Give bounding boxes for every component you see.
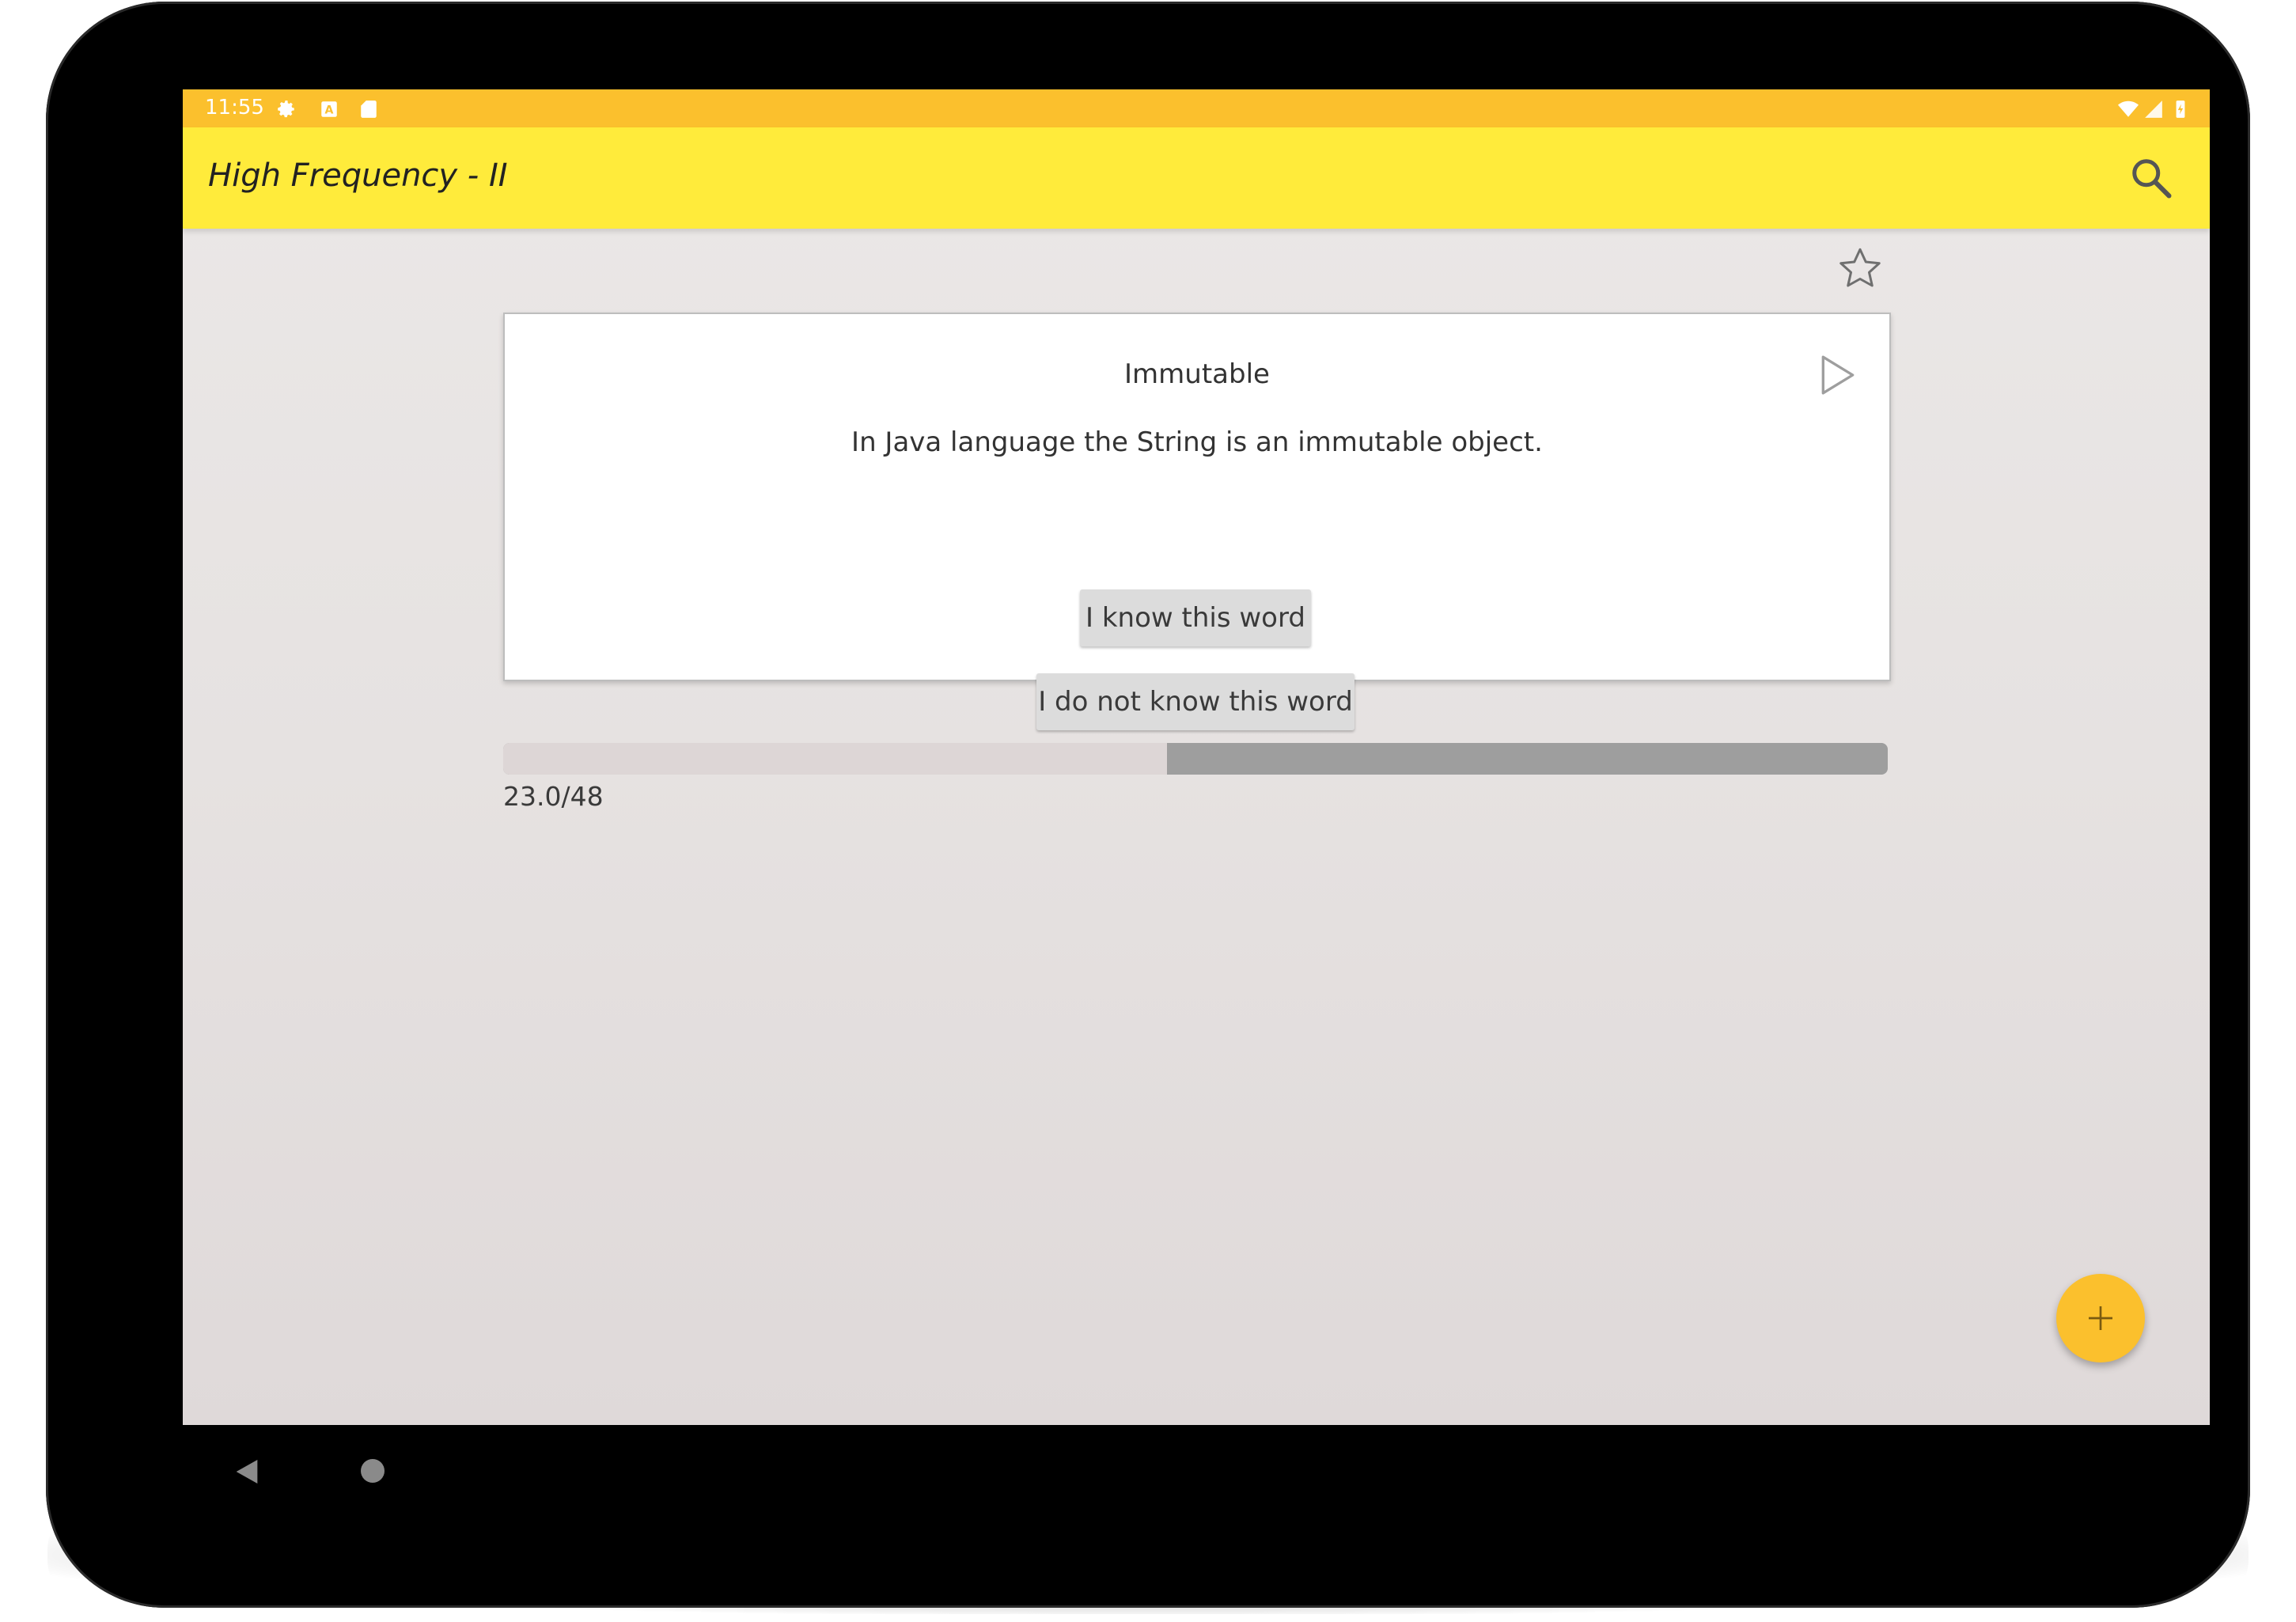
add-fab-button[interactable]: [2056, 1274, 2145, 1362]
settings-icon: [278, 100, 294, 118]
status-bar: 11:55 A: [183, 89, 2210, 127]
svg-text:A: A: [325, 104, 334, 116]
status-time: 11:55: [205, 96, 264, 119]
search-icon[interactable]: [2127, 154, 2175, 202]
home-icon[interactable]: [361, 1459, 385, 1483]
app-bar: High Frequency - II: [183, 127, 2210, 229]
back-icon[interactable]: [231, 1456, 263, 1487]
play-audio-icon[interactable]: [1818, 354, 1858, 396]
screen: 11:55 A High Frequency - II Immutable In…: [183, 89, 2210, 1425]
favorite-star-icon[interactable]: [1836, 244, 1884, 292]
progress-fill: [503, 743, 1167, 775]
wifi-icon: [2118, 100, 2139, 117]
dont-know-word-button[interactable]: I do not know this word: [1036, 673, 1354, 730]
a-badge-icon: A: [321, 101, 337, 117]
progress-bar: [503, 743, 1888, 775]
progress-label: 23.0/48: [503, 781, 604, 812]
battery-icon: [2176, 100, 2185, 118]
card-word: Immutable: [1124, 358, 1270, 390]
know-word-button[interactable]: I know this word: [1080, 589, 1311, 646]
app-title: High Frequency - II: [208, 157, 508, 194]
tablet-frame: 11:55 A High Frequency - II Immutable In…: [46, 2, 2250, 1608]
card-example-sentence: In Java language the String is an immuta…: [851, 426, 1543, 458]
sd-card-icon: [361, 100, 377, 118]
plus-icon: [2089, 1306, 2112, 1330]
signal-icon: [2145, 100, 2162, 118]
word-card: Immutable In Java language the String is…: [503, 313, 1891, 730]
